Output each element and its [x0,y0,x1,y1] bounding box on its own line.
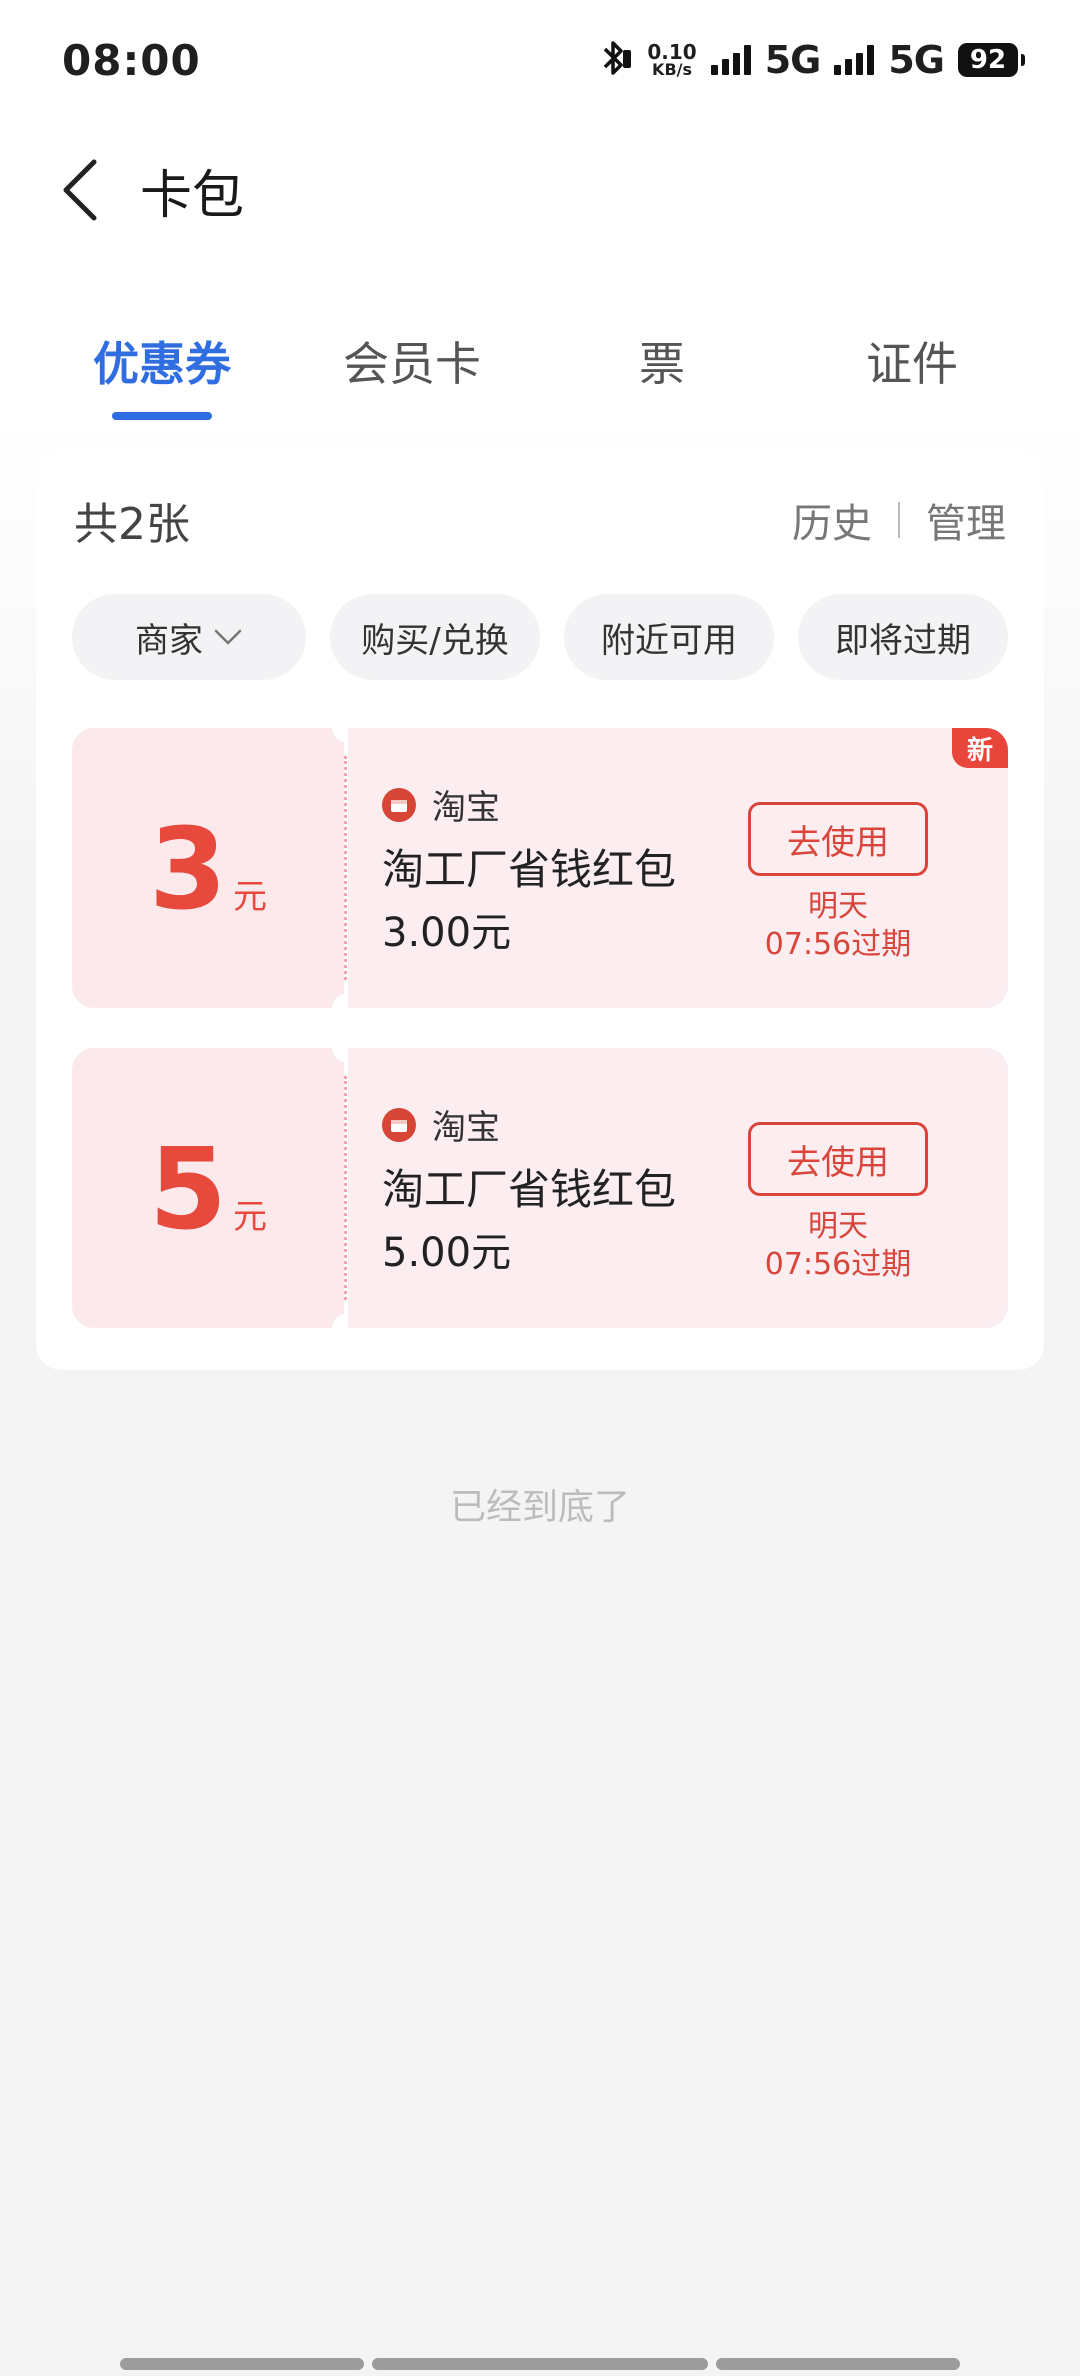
coupon-value: 3.00元 [382,910,512,956]
filter-purchase-redeem[interactable]: 购买/兑换 [330,594,540,680]
divider [898,502,900,538]
coupon-panel: 共2张 历史 管理 商家 购买/兑换 附近可用 即将过期 3 元 淘宝 淘工厂省… [36,450,1044,1370]
status-icons: 0.10 KB/s 5G 5G 92 [599,38,1025,82]
tab-membership-cards[interactable]: 会员卡 [287,310,537,420]
bluetooth-icon [599,38,633,82]
coupon-amount-unit: 元 [232,1197,267,1237]
coupon-value: 5.00元 [382,1230,512,1276]
filter-bar: 商家 购买/兑换 附近可用 即将过期 [72,594,1008,680]
coupon-amount-unit: 元 [232,877,267,917]
expiry-time: 07:56过期 [764,1247,912,1282]
merchant-name: 淘宝 [432,788,500,828]
taobao-logo-icon [382,1107,416,1142]
coupon-count: 共2张 [74,499,190,550]
use-coupon-button[interactable]: 去使用 [748,1122,928,1196]
coupon-title: 淘工厂省钱红包 [382,1165,677,1214]
network-type-1: 5G [764,38,822,82]
network-speed-value: 0.10 [647,40,697,64]
back-button[interactable] [50,150,110,230]
filter-nearby[interactable]: 附近可用 [564,594,774,680]
coupon-merchant: 淘宝 [382,780,500,829]
scroll-indicator [0,2358,1080,2370]
filter-expiring-soon[interactable]: 即将过期 [798,594,1008,680]
expiry-day: 明天 [808,889,868,924]
use-coupon-button[interactable]: 去使用 [748,802,928,876]
page-title: 卡包 [140,165,245,226]
taobao-logo-icon [382,787,416,822]
manage-link[interactable]: 管理 [926,491,1006,549]
filter-merchant-label: 商家 [135,620,203,661]
network-speed-unit: KB/s [652,60,693,79]
coupon-card[interactable]: 5 元 淘宝 淘工厂省钱红包 5.00元 去使用 明天 07:56过期 [72,1034,1008,1342]
coupon-expiry: 明天 07:56过期 [718,888,958,964]
chevron-left-icon [63,159,97,221]
expiry-day: 明天 [808,1209,868,1244]
coupon-amount: 3 [149,805,227,935]
coupon-title: 淘工厂省钱红包 [382,845,677,894]
signal-icon [710,45,751,75]
network-type-2: 5G [888,38,945,82]
signal-icon-2 [834,45,875,75]
header: 卡包 [0,140,1080,240]
coupon-amount-stub: 5 元 [72,1048,344,1328]
coupon-body: 淘宝 淘工厂省钱红包 5.00元 去使用 明天 07:56过期 [348,1048,1008,1328]
battery-icon: 92 [958,43,1025,77]
summary-row: 共2张 历史 管理 [74,490,1006,550]
end-of-list-text: 已经到底了 [449,1487,630,1528]
tab-coupons[interactable]: 优惠券 [37,310,287,420]
tab-tickets[interactable]: 票 [537,310,787,420]
coupon-amount: 5 [149,1125,227,1255]
expiry-time: 07:56过期 [764,927,912,962]
tab-bar: 优惠券 会员卡 票 证件 [0,310,1080,420]
coupon-body: 淘宝 淘工厂省钱红包 3.00元 去使用 明天 07:56过期 新 [348,728,1008,1008]
coupon-amount-stub: 3 元 [72,728,344,1008]
chevron-down-icon [214,629,242,645]
filter-merchant[interactable]: 商家 [72,594,306,680]
status-time: 08:00 [62,35,201,85]
status-bar: 08:00 0.10 KB/s 5G 5G 92 [0,0,1080,120]
summary-actions: 历史 管理 [792,491,1006,549]
history-link[interactable]: 历史 [792,491,872,549]
coupon-card[interactable]: 3 元 淘宝 淘工厂省钱红包 3.00元 去使用 明天 07:56过期 新 [72,714,1008,1022]
network-speed: 0.10 KB/s [647,42,696,78]
merchant-name: 淘宝 [432,1108,500,1148]
tab-documents[interactable]: 证件 [787,310,1037,420]
coupon-expiry: 明天 07:56过期 [718,1208,958,1284]
new-badge: 新 [952,728,1008,768]
coupon-merchant: 淘宝 [382,1100,500,1149]
